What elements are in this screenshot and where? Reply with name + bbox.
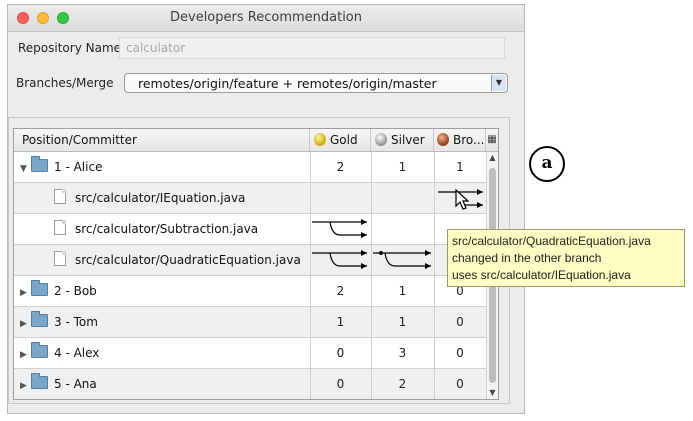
- committer-name: 1 - Alice: [54, 160, 103, 174]
- triangle-right-icon[interactable]: ▶: [20, 309, 31, 339]
- table-row-file[interactable]: src/calculator/IEquation.java: [14, 183, 486, 214]
- committer-name: 4 - Alex: [54, 346, 100, 360]
- table-row-file[interactable]: src/calculator/QuadraticEquation.java: [14, 245, 486, 276]
- triangle-right-icon[interactable]: ▶: [20, 278, 31, 308]
- file-cell: src/calculator/Subtraction.java: [54, 214, 258, 244]
- bronze-count: 0: [456, 377, 464, 391]
- committer-name: 2 - Bob: [54, 284, 97, 298]
- column-header-silver[interactable]: Silver: [371, 129, 434, 151]
- repository-name-label: Repository Name: [18, 41, 122, 55]
- file-cell: src/calculator/QuadraticEquation.java: [54, 245, 301, 275]
- triangle-right-icon[interactable]: ▶: [20, 371, 31, 399]
- silver-count: 2: [398, 377, 407, 391]
- triangle-down-icon[interactable]: ▼: [20, 154, 31, 184]
- committer-cell: ▶ 4 - Alex: [20, 338, 99, 368]
- file-icon: [54, 220, 66, 235]
- silver-medal-icon: [375, 133, 387, 146]
- scroll-up-icon[interactable]: ▲: [487, 152, 498, 164]
- committer-cell: ▶ 2 - Bob: [20, 276, 97, 306]
- silver-count: 1: [398, 160, 407, 174]
- gold-count: 0: [336, 346, 345, 360]
- file-cell: src/calculator/IEquation.java: [54, 183, 245, 213]
- table-row-tom[interactable]: ▶ 3 - Tom 1 1 0: [14, 307, 486, 338]
- window-title: Developers Recommendation: [170, 10, 362, 25]
- table-row-alice[interactable]: ▼ 1 - Alice 2 1 1: [14, 152, 486, 183]
- branches-merge-value: remotes/origin/feature + remotes/origin/…: [138, 76, 437, 91]
- merge-arrow-icon: [312, 250, 367, 269]
- column-chooser-icon[interactable]: ▦: [486, 129, 498, 151]
- table-row-file[interactable]: src/calculator/Subtraction.java: [14, 214, 486, 245]
- bronze-count: 0: [456, 346, 464, 360]
- gold-count: 1: [336, 315, 345, 329]
- column-header-gold-label: Gold: [330, 133, 358, 147]
- folder-icon: [31, 311, 48, 327]
- gold-count: 0: [336, 377, 345, 391]
- merge-arrow-icon: [373, 250, 431, 269]
- annotation-marker: a: [529, 146, 565, 182]
- column-header-silver-label: Silver: [391, 133, 425, 147]
- folder-icon: [31, 342, 48, 358]
- title-bar: Developers Recommendation: [8, 5, 524, 32]
- file-icon: [54, 251, 66, 266]
- silver-count: 1: [398, 315, 407, 329]
- repository-name-field[interactable]: calculator: [119, 37, 505, 59]
- silver-count: 3: [398, 346, 407, 360]
- column-header-bronze-label: Bro...: [453, 133, 485, 147]
- folder-icon: [31, 156, 48, 172]
- folder-icon: [31, 280, 48, 296]
- file-name: src/calculator/Subtraction.java: [75, 222, 259, 236]
- column-header-gold[interactable]: Gold: [310, 129, 371, 151]
- table-header: Position/Committer Gold Silver Bro... ▦: [14, 129, 498, 152]
- file-name: src/calculator/QuadraticEquation.java: [75, 253, 301, 267]
- mouse-pointer-icon: [455, 189, 470, 210]
- file-tooltip: src/calculator/QuadraticEquation.java ch…: [447, 229, 685, 287]
- merge-arrow-icon: [312, 219, 367, 238]
- tooltip-line: changed in the other branch: [452, 251, 602, 265]
- column-header-committer[interactable]: Position/Committer: [14, 129, 310, 151]
- scroll-down-icon[interactable]: ▼: [487, 387, 498, 399]
- committer-cell: ▶ 5 - Ana: [20, 369, 97, 399]
- file-icon: [54, 189, 66, 204]
- committer-name: 5 - Ana: [54, 377, 97, 391]
- bronze-medal-icon: [437, 133, 449, 146]
- tooltip-line: src/calculator/QuadraticEquation.java: [452, 234, 651, 248]
- tooltip-line: uses src/calculator/IEquation.java: [452, 268, 631, 282]
- bronze-count: 0: [456, 315, 464, 329]
- committer-cell: ▼ 1 - Alice: [20, 152, 102, 182]
- committer-cell: ▶ 3 - Tom: [20, 307, 98, 337]
- table-row-alex[interactable]: ▶ 4 - Alex 0 3 0: [14, 338, 486, 369]
- committer-name: 3 - Tom: [54, 315, 98, 329]
- gold-medal-icon: [314, 133, 326, 146]
- gold-count: 2: [336, 160, 345, 174]
- file-name: src/calculator/IEquation.java: [75, 191, 246, 205]
- silver-count: 1: [398, 284, 407, 298]
- column-header-bronze[interactable]: Bro...: [434, 129, 486, 151]
- folder-icon: [31, 373, 48, 389]
- branches-merge-select[interactable]: remotes/origin/feature + remotes/origin/…: [124, 73, 508, 93]
- gold-count: 2: [336, 284, 345, 298]
- column-header-committer-label: Position/Committer: [22, 133, 137, 147]
- recommendation-table: Position/Committer Gold Silver Bro... ▦ …: [13, 128, 499, 400]
- table-row-bob[interactable]: ▶ 2 - Bob 2 1 0: [14, 276, 486, 307]
- bronze-count: 1: [456, 160, 464, 174]
- branches-merge-label: Branches/Merge: [16, 76, 114, 90]
- triangle-right-icon[interactable]: ▶: [20, 340, 31, 370]
- chevron-down-icon[interactable]: ▼: [491, 75, 506, 91]
- table-row-ana[interactable]: ▶ 5 - Ana 0 2 0: [14, 369, 486, 399]
